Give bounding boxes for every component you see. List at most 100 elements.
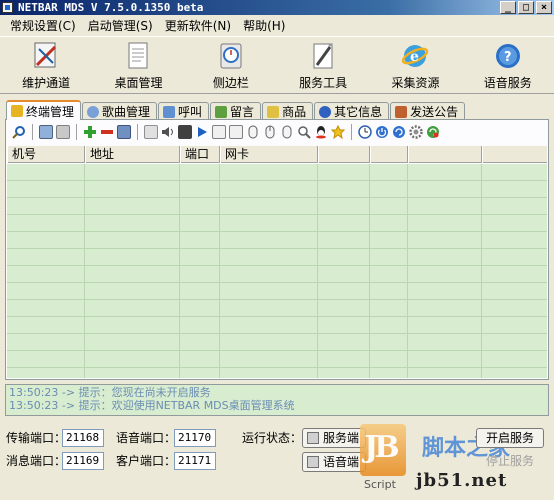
voice-port-field[interactable]: 21170: [174, 429, 216, 447]
service-tools-button[interactable]: 服务工具: [277, 37, 369, 93]
announcement-icon: [395, 105, 408, 118]
speaker-icon: [307, 456, 319, 468]
voice-service-button[interactable]: ? 语音服务: [462, 37, 554, 93]
toolbar-separator: [351, 124, 352, 140]
column-header-nic[interactable]: 网卡: [220, 146, 318, 163]
restart-icon[interactable]: [392, 125, 406, 139]
ie-globe-icon: e: [402, 45, 429, 67]
add-icon[interactable]: [83, 125, 97, 139]
tab-other-info[interactable]: 其它信息: [314, 102, 390, 120]
envelope-icon: [267, 105, 280, 118]
clock-icon[interactable]: [358, 125, 372, 139]
minimize-button[interactable]: _: [500, 1, 516, 14]
column-header-port[interactable]: 端口: [180, 146, 220, 163]
edit-icon[interactable]: [144, 125, 158, 139]
transfer-port-field[interactable]: 21168: [62, 429, 104, 447]
tab-terminal-management[interactable]: 终端管理: [6, 100, 82, 120]
close-button[interactable]: ×: [536, 1, 552, 14]
start-service-button[interactable]: 开启服务: [476, 428, 544, 448]
window-title: NETBAR MDS V 7.5.0.1350 beta: [18, 1, 204, 14]
column-header-blank: [482, 146, 547, 163]
client-port-field[interactable]: 21171: [174, 452, 216, 470]
client-port-label: 客户端口：: [116, 454, 177, 468]
call-icon: [163, 105, 176, 118]
sidebar-button[interactable]: 侧边栏: [185, 37, 277, 93]
log-panel: 13:50:23 -> 提示：您现在尚未开启服务 13:50:23 -> 提示：…: [5, 384, 549, 416]
tab-send-announcement[interactable]: 发送公告: [390, 102, 466, 120]
tab-call[interactable]: 呼叫: [158, 102, 210, 120]
pencil-icon: [215, 105, 228, 118]
gear-icon: [87, 105, 100, 118]
desktop-management-button[interactable]: 桌面管理: [92, 37, 184, 93]
toolbar-separator: [137, 124, 138, 140]
grid-view-icon[interactable]: [39, 125, 53, 139]
toolbar-separator: [76, 124, 77, 140]
voice-end-button[interactable]: 语音端: [302, 452, 367, 472]
main-toolbar: 维护通道 桌面管理 侧边栏 服务工具 e 采集资源 ? 语音服务: [0, 36, 554, 94]
list-view-icon[interactable]: [56, 125, 70, 139]
play-icon[interactable]: [195, 125, 209, 139]
collect-resources-button[interactable]: e 采集资源: [369, 37, 461, 93]
watermark-script: Script: [364, 478, 396, 491]
maintenance-icon: [34, 42, 57, 68]
column-header-blank: [318, 146, 370, 163]
terminal-list[interactable]: [7, 164, 547, 378]
menu-help[interactable]: 帮助(H): [237, 17, 291, 34]
terminal-toolbar: [6, 120, 548, 144]
terminal-list-header: 机号 地址 端口 网卡: [7, 146, 547, 163]
sidebar-icon: [220, 43, 242, 69]
tools-icon: [313, 43, 333, 69]
window-alt-icon[interactable]: [229, 125, 243, 139]
watermark-url: jb51.net: [416, 470, 508, 491]
screen-icon[interactable]: [178, 125, 192, 139]
select-all-icon[interactable]: [117, 125, 131, 139]
tab-message[interactable]: 留言: [210, 102, 262, 120]
tab-goods[interactable]: 商品: [262, 102, 314, 120]
menu-bar: 常规设置(C) 启动管理(S) 更新软件(N) 帮助(H): [0, 16, 554, 35]
star-icon[interactable]: [330, 124, 346, 140]
search-icon[interactable]: [12, 125, 26, 139]
stop-service-button: 停止服务: [485, 454, 534, 468]
qq-icon[interactable]: [314, 125, 328, 139]
menu-startup-management[interactable]: 启动管理(S): [82, 17, 159, 34]
desktop-icon: [128, 42, 148, 69]
column-header-blank: [370, 146, 408, 163]
menu-general-settings[interactable]: 常规设置(C): [4, 17, 82, 34]
terminal-icon: [11, 105, 23, 117]
log-line: 13:50:23 -> 提示：欢迎使用NETBAR MDS桌面管理系统: [9, 399, 295, 412]
terminal-panel: 机号 地址 端口 网卡: [5, 119, 549, 380]
mouse-lock-icon[interactable]: [263, 125, 277, 139]
svg-text:?: ?: [504, 50, 512, 65]
column-header-machine-no[interactable]: 机号: [7, 146, 85, 163]
mouse-move-icon[interactable]: [280, 125, 294, 139]
menu-update-software[interactable]: 更新软件(N): [159, 17, 237, 34]
message-port-label: 消息端口：: [6, 454, 67, 468]
sound-icon[interactable]: [161, 125, 175, 139]
run-status-label: 运行状态：: [242, 431, 303, 445]
voice-help-icon: ?: [495, 44, 520, 68]
power-icon[interactable]: [375, 125, 389, 139]
remove-icon[interactable]: [100, 125, 114, 139]
zoom-icon[interactable]: [297, 125, 311, 139]
column-header-address[interactable]: 地址: [85, 146, 180, 163]
app-icon: [2, 2, 13, 13]
toolbar-separator: [32, 124, 33, 140]
svg-text:e: e: [410, 49, 419, 65]
maximize-button[interactable]: □: [518, 1, 534, 14]
tab-song-management[interactable]: 歌曲管理: [82, 102, 158, 120]
mouse-icon[interactable]: [246, 125, 260, 139]
jb-logo: [360, 424, 406, 476]
tab-strip: 终端管理 歌曲管理 呼叫 留言 商品 其它信息 发送公告: [6, 100, 466, 120]
service-end-button[interactable]: 服务端: [302, 428, 367, 448]
message-port-field[interactable]: 21169: [62, 452, 104, 470]
info-icon: [319, 105, 332, 118]
server-icon: [307, 432, 319, 444]
title-bar: NETBAR MDS V 7.5.0.1350 beta _ □ ×: [0, 0, 554, 15]
bottom-controls: 传输端口： 21168 语音端口： 21170 消息端口： 21169 客户端口…: [0, 420, 554, 500]
settings-gear-icon[interactable]: [409, 125, 423, 139]
refresh-icon[interactable]: [426, 125, 440, 139]
window-icon[interactable]: [212, 125, 226, 139]
maintenance-channel-button[interactable]: 维护通道: [0, 37, 92, 93]
column-header-blank: [408, 146, 482, 163]
voice-port-label: 语音端口：: [116, 431, 177, 445]
